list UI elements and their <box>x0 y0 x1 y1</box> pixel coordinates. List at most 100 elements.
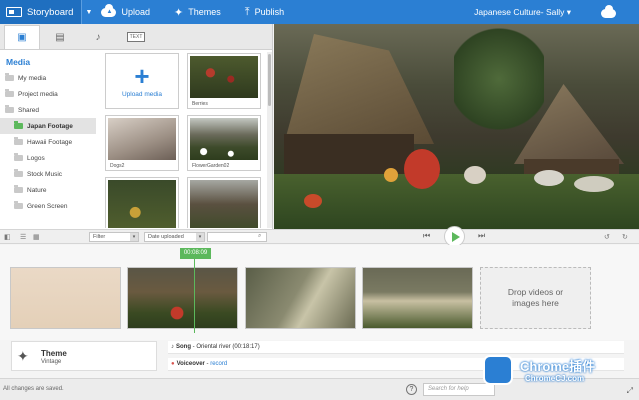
watermark-line2: ChromeCJ.com <box>525 374 585 383</box>
folder-label: Shared <box>18 106 39 114</box>
folder-nature[interactable]: Nature <box>0 182 96 198</box>
project-title-dropdown[interactable]: Japanese Culture- Sally ▾ <box>474 7 571 18</box>
microphone-icon: ● <box>171 361 175 367</box>
folder-hawaii-footage[interactable]: Hawaii Footage <box>0 134 96 150</box>
watermark-line1: Chrome插件 <box>520 359 596 374</box>
media-tile-berries[interactable]: Berries <box>187 53 261 109</box>
folder-green-screen[interactable]: Green Screen <box>0 198 96 214</box>
thumbnail-image <box>108 118 176 160</box>
collapse-panel-icon[interactable]: ◧ <box>4 233 11 241</box>
save-status: All changes are saved. <box>3 386 64 392</box>
folder-label: Japan Footage <box>27 122 73 130</box>
upload-media-label: Upload media <box>121 90 163 98</box>
song-label: Song <box>176 344 191 350</box>
video-preview[interactable] <box>274 24 639 229</box>
folder-japan-footage[interactable]: Japan Footage <box>0 118 96 134</box>
folder-icon <box>14 185 23 193</box>
media-folder-tree: My media Project media Shared Japan Foot… <box>0 70 96 214</box>
folder-stock-music[interactable]: Stock Music <box>0 166 96 182</box>
folder-label: Hawaii Footage <box>27 138 73 146</box>
list-view-icon[interactable]: ☰ <box>20 233 26 241</box>
media-tile[interactable] <box>187 177 261 228</box>
media-scrollbar[interactable] <box>267 52 272 228</box>
tab-video[interactable]: ▤ <box>42 25 78 49</box>
redo-icon[interactable]: ↻ <box>622 233 628 241</box>
media-search-input[interactable]: ⌕ <box>207 232 267 242</box>
themes-label: Themes <box>188 7 221 17</box>
folder-project-media[interactable]: Project media <box>0 86 96 102</box>
theme-value: Vintage <box>41 359 62 365</box>
watermark: Chrome插件 ChromeCJ.com <box>483 352 623 392</box>
folder-label: Logos <box>27 154 45 162</box>
theme-selector[interactable]: ✦ Theme Vintage <box>11 341 157 371</box>
skip-forward-button[interactable]: ⏭ <box>478 231 485 241</box>
tab-music[interactable]: ♪ <box>80 25 116 49</box>
media-grid: + Upload media Berries Dogs2 FlowerGarde… <box>101 52 267 228</box>
media-tile-dogs2[interactable]: Dogs2 <box>105 115 179 171</box>
watermark-logo-icon <box>483 355 513 385</box>
media-title: Media <box>6 57 31 67</box>
playhead-time[interactable]: 00:08:09 <box>180 248 211 259</box>
brand-label: Storyboard <box>27 6 74 18</box>
tab-text[interactable]: TEXT <box>118 25 154 49</box>
red-flower <box>304 194 322 208</box>
timeline-clip-grass[interactable] <box>245 267 356 329</box>
folder-icon <box>5 105 14 113</box>
voiceover-label: Voiceover <box>176 361 205 367</box>
sort-label: Date uploaded <box>148 234 184 240</box>
publish-upload-icon: ⤒ <box>244 5 250 18</box>
top-bar: Storyboard ▼ ▲ Upload ✦ Themes ⤒ Publish… <box>0 0 639 24</box>
drop-zone[interactable]: Drop videos or images here <box>480 267 591 329</box>
music-note-icon: ♪ <box>95 31 101 43</box>
drop-text-line2: images here <box>512 298 559 308</box>
folder-open-icon <box>14 121 23 129</box>
play-button[interactable] <box>444 226 465 247</box>
folder-logos[interactable]: Logos <box>0 150 96 166</box>
brand-dropdown-button[interactable]: ▼ <box>81 0 95 24</box>
chevron-down-icon: ▾ <box>130 233 138 241</box>
timeline-clip-houses[interactable] <box>127 267 238 329</box>
storyboard-button[interactable]: Storyboard <box>0 0 82 24</box>
folder-label: Stock Music <box>27 170 63 178</box>
thumbnail-image <box>108 180 176 228</box>
help-icon[interactable]: ? <box>406 384 417 395</box>
undo-icon[interactable]: ↺ <box>604 233 610 241</box>
publish-button[interactable]: ⤒ Publish <box>245 6 284 19</box>
yellow-flower <box>384 168 398 182</box>
chevron-down-icon: ▾ <box>196 233 204 241</box>
cloud-upload-icon: ▲ <box>101 3 117 17</box>
thumbnail-image <box>190 118 258 160</box>
playhead-line[interactable] <box>194 259 195 333</box>
media-tile-flowergarden02[interactable]: FlowerGarden02 <box>187 115 261 171</box>
white-flower <box>574 176 614 192</box>
record-link[interactable]: record <box>210 361 227 367</box>
folder-label: Project media <box>18 90 58 98</box>
folder-icon <box>14 137 23 145</box>
folder-icon <box>14 201 23 209</box>
tab-photos[interactable]: ▣ <box>4 25 40 49</box>
themes-button[interactable]: ✦ Themes <box>174 6 221 19</box>
folder-shared[interactable]: Shared <box>0 102 96 118</box>
main-nav: ▲ Upload ✦ Themes ⤒ Publish <box>101 3 308 19</box>
sort-select[interactable]: Date uploaded ▾ <box>144 232 205 242</box>
media-tile[interactable] <box>105 177 179 228</box>
plus-icon: + <box>134 60 150 91</box>
folder-icon <box>14 153 23 161</box>
timeline-clip-pampas[interactable] <box>362 267 473 329</box>
skip-back-button[interactable]: ⏮ <box>423 231 430 241</box>
upload-button[interactable]: ▲ Upload <box>101 3 150 17</box>
grid-view-icon[interactable]: ▦ <box>33 233 40 241</box>
folder-label: My media <box>18 74 47 82</box>
scrollbar-thumb[interactable] <box>268 54 271 106</box>
folder-my-media[interactable]: My media <box>0 70 96 86</box>
upload-media-tile[interactable]: + Upload media <box>105 53 179 109</box>
storyboard-logo-icon <box>6 7 22 17</box>
fullscreen-icon[interactable]: ⤢ <box>627 386 633 396</box>
timeline-clip-title[interactable] <box>10 267 121 329</box>
text-icon: TEXT <box>126 32 146 42</box>
cloud-sync-icon[interactable] <box>601 5 616 18</box>
film-icon: ▤ <box>55 31 65 43</box>
filter-select[interactable]: Filter ▾ <box>89 232 139 242</box>
media-caption: FlowerGarden02 <box>192 163 230 169</box>
media-tabs: ▣ ▤ ♪ TEXT <box>0 24 272 50</box>
